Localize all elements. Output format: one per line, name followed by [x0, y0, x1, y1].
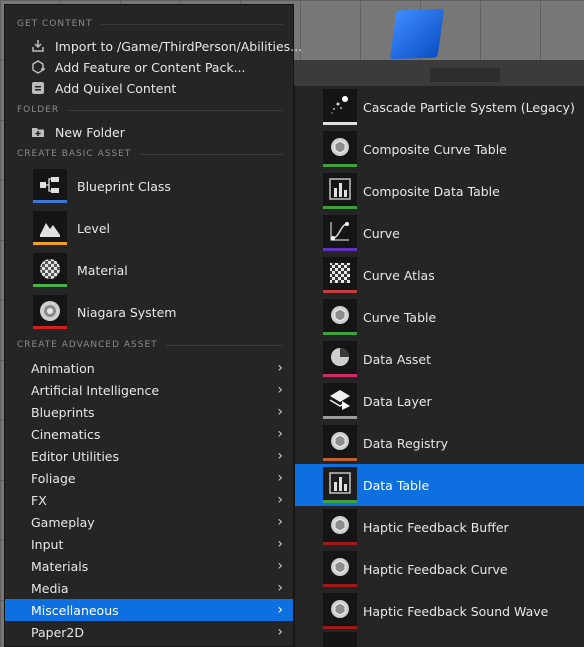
category-gameplay[interactable]: Gameplay › — [5, 511, 293, 533]
data-layer-item[interactable]: Data Layer — [295, 380, 584, 422]
chevron-right-icon: › — [277, 426, 283, 442]
haptic-feedback-curve-item[interactable]: Haptic Feedback Curve — [295, 548, 584, 590]
level-icon — [33, 211, 67, 245]
curve-atlas-icon — [323, 257, 357, 293]
add-new-menu: GET CONTENT Import to /Game/ThirdPerson/… — [4, 4, 302, 647]
section-create-advanced-asset: CREATE ADVANCED ASSET — [17, 339, 283, 351]
miscellaneous-submenu: Cascade Particle System (Legacy) Composi… — [294, 86, 584, 647]
category-blueprints[interactable]: Blueprints › — [5, 401, 293, 423]
chevron-right-icon: › — [277, 624, 283, 640]
add-feature-pack-menu-item[interactable]: Add Feature or Content Pack... — [5, 56, 293, 78]
data-registry-icon — [323, 425, 357, 461]
chevron-right-icon: › — [277, 514, 283, 530]
curve-table-icon — [323, 299, 357, 335]
chevron-right-icon: › — [277, 602, 283, 618]
data-registry-item[interactable]: Data Registry — [295, 422, 584, 464]
section-get-content: GET CONTENT — [17, 18, 283, 30]
cube-shadow — [430, 68, 500, 82]
chevron-right-icon: › — [277, 360, 283, 376]
partial-item-icon — [323, 632, 357, 647]
composite-curve-table-item[interactable]: Composite Curve Table — [295, 128, 584, 170]
quixel-icon — [31, 81, 45, 95]
haptic-sound-wave-icon — [323, 593, 357, 629]
category-input[interactable]: Input › — [5, 533, 293, 555]
chevron-right-icon: › — [277, 558, 283, 574]
category-artificial-intelligence[interactable]: Artificial Intelligence › — [5, 379, 293, 401]
section-folder: FOLDER — [17, 104, 283, 116]
composite-data-table-item[interactable]: Composite Data Table — [295, 170, 584, 212]
haptic-buffer-icon — [323, 509, 357, 545]
curve-item[interactable]: Curve — [295, 212, 584, 254]
blueprint-class-menu-item[interactable]: Blueprint Class — [5, 167, 293, 205]
new-folder-menu-item[interactable]: New Folder — [5, 121, 293, 143]
level-menu-item[interactable]: Level — [5, 209, 293, 247]
curve-icon — [323, 215, 357, 251]
add-quixel-menu-item[interactable]: Add Quixel Content — [5, 77, 293, 99]
section-create-basic-asset: CREATE BASIC ASSET — [17, 148, 283, 160]
chevron-right-icon: › — [277, 536, 283, 552]
category-animation[interactable]: Animation › — [5, 357, 293, 379]
chevron-right-icon: › — [277, 448, 283, 464]
particle-icon — [323, 89, 357, 125]
curve-table-item[interactable]: Curve Table — [295, 296, 584, 338]
cascade-particle-system-item[interactable]: Cascade Particle System (Legacy) — [295, 86, 584, 128]
composite-curve-table-icon — [323, 131, 357, 167]
data-layer-icon — [323, 383, 357, 419]
blueprint-class-icon — [33, 169, 67, 203]
haptic-feedback-sound-wave-item[interactable]: Haptic Feedback Sound Wave — [295, 590, 584, 632]
haptic-curve-icon — [323, 551, 357, 587]
data-table-icon — [323, 467, 357, 503]
category-fx[interactable]: FX › — [5, 489, 293, 511]
category-foliage[interactable]: Foliage › — [5, 467, 293, 489]
category-cinematics[interactable]: Cinematics › — [5, 423, 293, 445]
category-paper2d[interactable]: Paper2D › — [5, 621, 293, 643]
chevron-right-icon: › — [277, 470, 283, 486]
chevron-right-icon: › — [277, 382, 283, 398]
category-miscellaneous[interactable]: Miscellaneous › — [5, 599, 293, 621]
data-asset-item[interactable]: Data Asset — [295, 338, 584, 380]
chevron-right-icon: › — [277, 492, 283, 508]
import-icon — [31, 39, 45, 53]
niagara-system-icon — [33, 295, 67, 329]
material-menu-item[interactable]: Material — [5, 251, 293, 289]
material-icon — [33, 253, 67, 287]
category-editor-utilities[interactable]: Editor Utilities › — [5, 445, 293, 467]
import-menu-item[interactable]: Import to /Game/ThirdPerson/Abilities... — [5, 35, 302, 57]
new-folder-icon — [31, 125, 45, 139]
data-table-item[interactable]: Data Table — [295, 464, 584, 506]
category-materials[interactable]: Materials › — [5, 555, 293, 577]
category-media[interactable]: Media › — [5, 577, 293, 599]
composite-data-table-icon — [323, 173, 357, 209]
chevron-right-icon: › — [277, 580, 283, 596]
niagara-system-menu-item[interactable]: Niagara System — [5, 293, 293, 331]
content-pack-icon — [31, 60, 45, 74]
blue-cube-actor — [389, 8, 445, 60]
submenu-overflow-item[interactable] — [295, 632, 584, 647]
curve-atlas-item[interactable]: Curve Atlas — [295, 254, 584, 296]
chevron-right-icon: › — [277, 404, 283, 420]
data-asset-icon — [323, 341, 357, 377]
haptic-feedback-buffer-item[interactable]: Haptic Feedback Buffer — [295, 506, 584, 548]
